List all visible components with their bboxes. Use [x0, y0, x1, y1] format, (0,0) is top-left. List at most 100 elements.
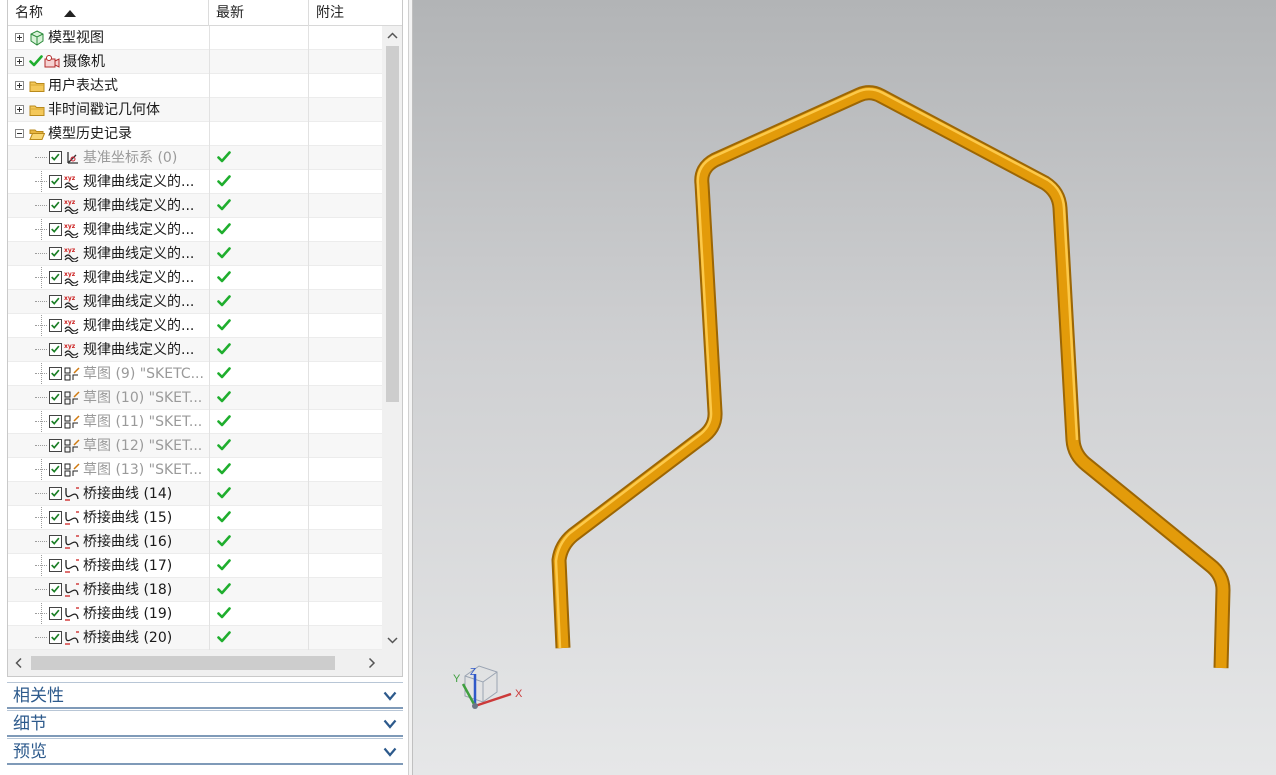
feature-label: 规律曲线定义的...: [83, 222, 195, 238]
panel-dependencies[interactable]: 相关性: [7, 682, 403, 709]
feature-row[interactable]: xyz 规律曲线定义的...: [8, 218, 382, 242]
feature-visibility-checkbox[interactable]: [49, 631, 62, 644]
panel-preview[interactable]: 预览: [7, 738, 403, 765]
feature-label: 桥接曲线 (14): [83, 486, 173, 502]
feature-row[interactable]: xyz 规律曲线定义的...: [8, 314, 382, 338]
tree-node[interactable]: 用户表达式: [8, 74, 382, 98]
feature-visibility-checkbox[interactable]: [49, 391, 62, 404]
feature-visibility-checkbox[interactable]: [49, 295, 62, 308]
check-icon: [29, 54, 45, 70]
expand-icon[interactable]: [15, 81, 24, 90]
latest-cell: [209, 194, 309, 218]
feature-visibility-checkbox[interactable]: [49, 463, 62, 476]
feature-visibility-checkbox[interactable]: [49, 223, 62, 236]
feature-row[interactable]: 桥接曲线 (14): [8, 482, 382, 506]
feature-visibility-checkbox[interactable]: [49, 415, 62, 428]
feature-row[interactable]: xyz 规律曲线定义的...: [8, 170, 382, 194]
z-axis-label: Z: [470, 667, 476, 678]
expand-icon[interactable]: [15, 33, 24, 42]
tree-guide-branch: [35, 517, 47, 518]
expand-icon[interactable]: [15, 105, 24, 114]
horizontal-scroll-thumb[interactable]: [31, 656, 335, 670]
tree-node-label: 用户表达式: [48, 78, 118, 94]
feature-row[interactable]: xyz 规律曲线定义的...: [8, 242, 382, 266]
feature-visibility-checkbox[interactable]: [49, 607, 62, 620]
column-header-note[interactable]: 附注: [309, 0, 382, 26]
vertical-scroll-thumb[interactable]: [386, 46, 399, 402]
tree-guide-branch: [35, 565, 47, 566]
feature-row[interactable]: 桥接曲线 (18): [8, 578, 382, 602]
swept-tube-body[interactable]: [551, 85, 1231, 669]
scroll-right-icon[interactable]: [361, 653, 382, 673]
collapse-icon[interactable]: [15, 129, 24, 138]
feature-visibility-checkbox[interactable]: [49, 271, 62, 284]
latest-cell: [209, 530, 309, 554]
tree-guide-branch: [35, 277, 47, 278]
feature-visibility-checkbox[interactable]: [49, 439, 62, 452]
feature-row[interactable]: 草图 (9) "SKETC...: [8, 362, 382, 386]
feature-row[interactable]: 草图 (12) "SKET...: [8, 434, 382, 458]
law-curve-icon: xyz: [64, 342, 80, 359]
feature-row[interactable]: 基准坐标系 (0): [8, 146, 382, 170]
feature-visibility-checkbox[interactable]: [49, 175, 62, 188]
column-header-latest[interactable]: 最新: [209, 0, 309, 26]
feature-row[interactable]: 桥接曲线 (15): [8, 506, 382, 530]
feature-visibility-checkbox[interactable]: [49, 367, 62, 380]
chevron-down-icon: [383, 747, 397, 757]
svg-text:xyz: xyz: [64, 319, 76, 326]
tree-node[interactable]: 模型视图: [8, 26, 382, 50]
scroll-up-icon[interactable]: [382, 26, 402, 46]
feature-row[interactable]: 草图 (11) "SKET...: [8, 410, 382, 434]
horizontal-scrollbar[interactable]: [8, 650, 382, 676]
expand-icon[interactable]: [15, 57, 24, 66]
latest-cell: [209, 26, 309, 50]
tree-guide-branch: [35, 373, 47, 374]
feature-visibility-checkbox[interactable]: [49, 151, 62, 164]
check-icon: [217, 390, 231, 404]
view-triad[interactable]: X Y Z: [453, 665, 523, 709]
feature-visibility-checkbox[interactable]: [49, 583, 62, 596]
feature-row[interactable]: 桥接曲线 (19): [8, 602, 382, 626]
tree-node[interactable]: 摄像机: [8, 50, 382, 74]
scroll-left-icon[interactable]: [8, 653, 29, 673]
feature-visibility-checkbox[interactable]: [49, 487, 62, 500]
tree-node-label: 模型历史记录: [48, 126, 132, 142]
feature-row[interactable]: xyz 规律曲线定义的...: [8, 290, 382, 314]
graphics-viewport[interactable]: X Y Z: [413, 0, 1276, 775]
law-curve-icon: xyz: [64, 294, 80, 311]
feature-visibility-checkbox[interactable]: [49, 535, 62, 548]
feature-row[interactable]: 草图 (13) "SKET...: [8, 458, 382, 482]
feature-row[interactable]: xyz 规律曲线定义的...: [8, 266, 382, 290]
feature-label: 桥接曲线 (15): [83, 510, 173, 526]
law-curve-icon: xyz: [64, 198, 80, 215]
tree-guide-branch: [35, 493, 47, 494]
feature-visibility-checkbox[interactable]: [49, 319, 62, 332]
check-icon: [217, 270, 231, 284]
feature-row[interactable]: 桥接曲线 (16): [8, 530, 382, 554]
feature-row[interactable]: xyz 规律曲线定义的...: [8, 194, 382, 218]
vertical-scrollbar[interactable]: [382, 26, 402, 650]
navigator-header: 名称 最新 附注: [8, 0, 402, 26]
check-icon: [217, 438, 231, 452]
tree-node[interactable]: 非时间戳记几何体: [8, 98, 382, 122]
column-header-name[interactable]: 名称: [8, 0, 209, 26]
svg-text:xyz: xyz: [64, 175, 76, 182]
feature-row[interactable]: 桥接曲线 (17): [8, 554, 382, 578]
chevron-down-icon: [383, 719, 397, 729]
scroll-down-icon[interactable]: [382, 630, 402, 650]
feature-visibility-checkbox[interactable]: [49, 343, 62, 356]
latest-cell: [209, 482, 309, 506]
feature-row[interactable]: xyz 规律曲线定义的...: [8, 338, 382, 362]
feature-row[interactable]: 草图 (10) "SKET...: [8, 386, 382, 410]
tree-guide-branch: [35, 157, 47, 158]
tree-guide-branch: [35, 541, 47, 542]
check-icon: [217, 150, 231, 164]
feature-visibility-checkbox[interactable]: [49, 511, 62, 524]
panel-details[interactable]: 细节: [7, 710, 403, 737]
feature-visibility-checkbox[interactable]: [49, 559, 62, 572]
feature-visibility-checkbox[interactable]: [49, 199, 62, 212]
feature-row[interactable]: 桥接曲线 (20): [8, 626, 382, 650]
feature-visibility-checkbox[interactable]: [49, 247, 62, 260]
tree-node[interactable]: 模型历史记录: [8, 122, 382, 146]
tree-guide-branch: [35, 613, 47, 614]
